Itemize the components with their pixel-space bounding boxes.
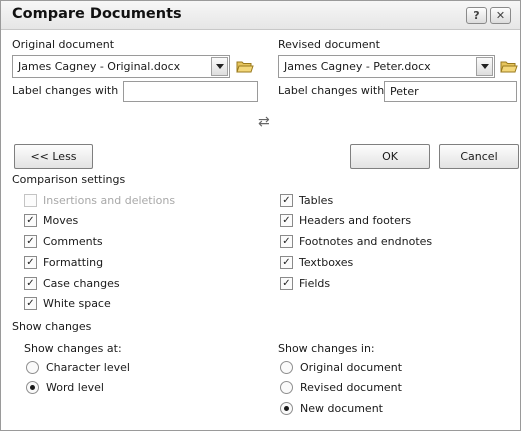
revised-label-changes-label: Label changes with — [278, 84, 385, 97]
checkmark-icon[interactable]: ✓ — [24, 235, 37, 248]
checkmark-icon[interactable]: ✓ — [280, 277, 293, 290]
chevron-down-icon[interactable] — [476, 57, 493, 76]
comparison-settings-heading: Comparison settings — [12, 173, 126, 186]
show-changes-heading: Show changes — [12, 320, 92, 333]
original-document-select[interactable]: James Cagney - Original.docx — [12, 55, 230, 78]
original-document-radio[interactable]: Original document — [280, 361, 402, 374]
original-label-changes-input[interactable] — [124, 82, 257, 101]
show-changes-in-label: Show changes in: — [278, 342, 375, 355]
checkbox-label: Comments — [43, 235, 103, 248]
checkmark-icon[interactable]: ✓ — [24, 256, 37, 269]
checkbox-box — [24, 194, 37, 207]
tables-checkbox[interactable]: ✓ Tables — [280, 194, 333, 207]
less-button[interactable]: << Less — [14, 144, 93, 169]
open-folder-icon[interactable] — [236, 59, 254, 73]
show-changes-at-label: Show changes at: — [24, 342, 122, 355]
revised-label-changes-field[interactable] — [384, 81, 517, 102]
checkbox-label: Fields — [299, 277, 331, 290]
radio-label: Character level — [46, 361, 130, 374]
checkbox-label: Moves — [43, 214, 79, 227]
case-changes-checkbox[interactable]: ✓ Case changes — [24, 277, 120, 290]
checkbox-label: Case changes — [43, 277, 120, 290]
revised-label-changes-input[interactable] — [385, 82, 516, 101]
checkmark-icon[interactable]: ✓ — [24, 214, 37, 227]
checkbox-label: Formatting — [43, 256, 104, 269]
radio-circle[interactable] — [280, 361, 293, 374]
revised-document-select[interactable]: James Cagney - Peter.docx — [278, 55, 495, 78]
close-icon: ✕ — [495, 9, 506, 22]
title-bar[interactable]: Compare Documents ? ✕ — [1, 1, 520, 30]
radio-label: New document — [300, 402, 383, 415]
compare-documents-dialog: Compare Documents ? ✕ Original document … — [0, 0, 521, 431]
checkbox-label: Footnotes and endnotes — [299, 235, 433, 248]
radio-circle[interactable] — [26, 361, 39, 374]
radio-circle[interactable] — [280, 402, 293, 415]
textboxes-checkbox[interactable]: ✓ Textboxes — [280, 256, 353, 269]
revised-document-value: James Cagney - Peter.docx — [284, 60, 431, 73]
checkmark-icon[interactable]: ✓ — [280, 256, 293, 269]
help-icon: ? — [473, 9, 480, 22]
headers-footers-checkbox[interactable]: ✓ Headers and footers — [280, 214, 411, 227]
original-document-label: Original document — [12, 38, 115, 51]
insertions-deletions-checkbox: Insertions and deletions — [24, 194, 175, 207]
checkmark-icon[interactable]: ✓ — [280, 194, 293, 207]
original-document-value: James Cagney - Original.docx — [18, 60, 181, 73]
checkbox-label: Headers and footers — [299, 214, 412, 227]
comments-checkbox[interactable]: ✓ Comments — [24, 235, 103, 248]
radio-label: Word level — [46, 381, 104, 394]
word-level-radio[interactable]: Word level — [26, 381, 104, 394]
swap-documents-icon[interactable]: ⇄ — [258, 114, 270, 130]
checkmark-icon[interactable]: ✓ — [24, 297, 37, 310]
ok-button[interactable]: OK — [350, 144, 430, 169]
white-space-checkbox[interactable]: ✓ White space — [24, 297, 111, 310]
new-document-radio[interactable]: New document — [280, 402, 383, 415]
radio-label: Original document — [300, 361, 403, 374]
moves-checkbox[interactable]: ✓ Moves — [24, 214, 78, 227]
checkbox-label: Insertions and deletions — [43, 194, 176, 207]
revised-document-radio[interactable]: Revised document — [280, 381, 402, 394]
original-label-changes-field[interactable] — [123, 81, 258, 102]
checkmark-icon[interactable]: ✓ — [280, 235, 293, 248]
chevron-down-icon[interactable] — [211, 57, 228, 76]
radio-label: Revised document — [300, 381, 402, 394]
formatting-checkbox[interactable]: ✓ Formatting — [24, 256, 103, 269]
checkmark-icon[interactable]: ✓ — [24, 277, 37, 290]
radio-circle[interactable] — [280, 381, 293, 394]
character-level-radio[interactable]: Character level — [26, 361, 130, 374]
checkbox-label: Textboxes — [299, 256, 354, 269]
checkbox-label: White space — [43, 297, 111, 310]
fields-checkbox[interactable]: ✓ Fields — [280, 277, 330, 290]
checkmark-icon[interactable]: ✓ — [280, 214, 293, 227]
close-button[interactable]: ✕ — [490, 7, 511, 24]
cancel-button[interactable]: Cancel — [439, 144, 519, 169]
dialog-title: Compare Documents — [12, 6, 182, 22]
original-label-changes-label: Label changes with — [12, 84, 119, 97]
footnotes-endnotes-checkbox[interactable]: ✓ Footnotes and endnotes — [280, 235, 432, 248]
checkbox-label: Tables — [299, 194, 334, 207]
revised-document-label: Revised document — [278, 38, 380, 51]
open-folder-icon[interactable] — [500, 59, 518, 73]
help-button[interactable]: ? — [466, 7, 487, 24]
radio-circle[interactable] — [26, 381, 39, 394]
